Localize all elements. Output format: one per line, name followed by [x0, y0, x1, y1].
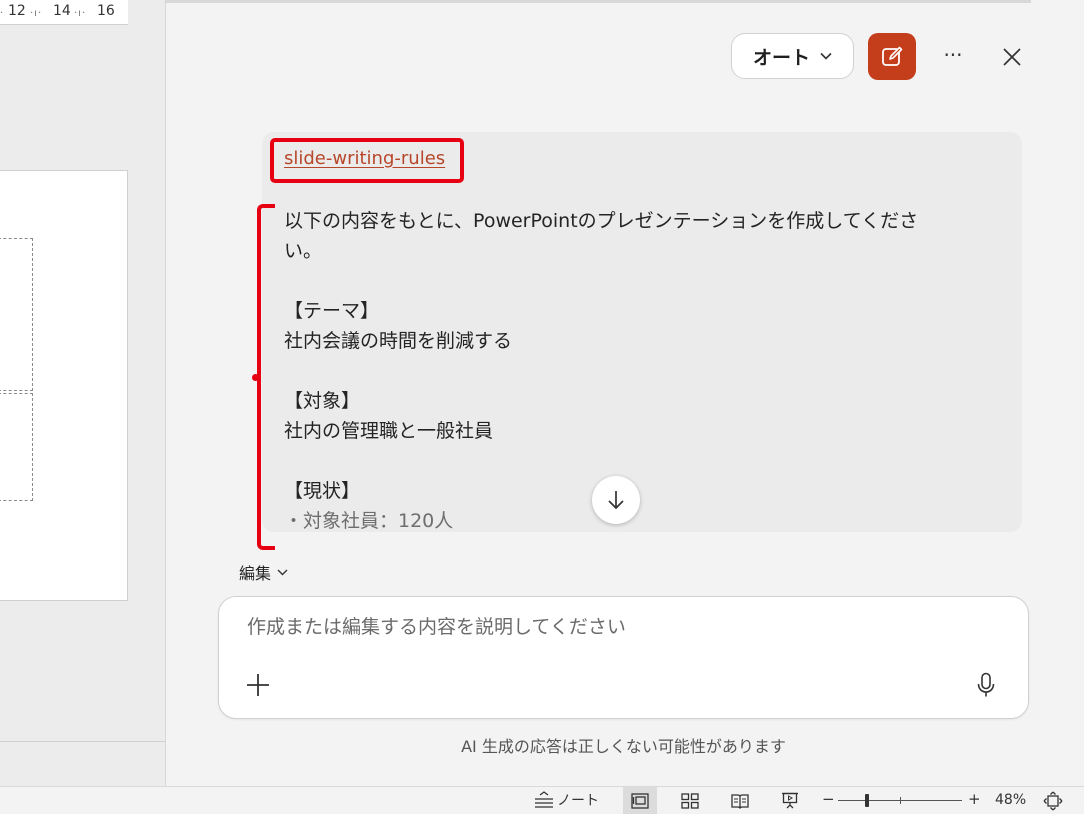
zoom-slider-thumb[interactable]: [865, 794, 869, 807]
chevron-down-icon: [277, 569, 288, 575]
title-placeholder[interactable]: [0, 238, 33, 391]
new-chat-button[interactable]: [868, 33, 916, 80]
zoom-level[interactable]: 48%: [995, 792, 1026, 808]
message-line: 【対象】: [284, 390, 361, 412]
edit-mode-toggle[interactable]: 編集: [239, 560, 288, 584]
edit-toggle-label: 編集: [239, 564, 272, 583]
message-line: 社内会議の時間を削減する: [284, 330, 513, 352]
slide-editor-pane: · 12 ·ı· 14 ·ı· 16: [0, 0, 166, 786]
message-line: い。: [284, 240, 323, 262]
notes-label: ノート: [557, 793, 599, 809]
ai-disclaimer: AI 生成の応答は正しくない可能性があります: [461, 737, 786, 756]
presentation-icon: [782, 792, 798, 809]
reading-view-button[interactable]: [723, 787, 757, 814]
compose-icon: [882, 46, 903, 66]
normal-view-icon: [631, 792, 649, 809]
add-attachment-button[interactable]: [243, 670, 273, 700]
ruler-label: 12: [8, 3, 26, 19]
more-icon: ···: [943, 43, 963, 67]
notes-button[interactable]: ノート: [534, 790, 599, 810]
message-line: 以下の内容をもとに、PowerPointのプレゼンテーションを作成してくださ: [284, 210, 919, 232]
prompt-input[interactable]: [245, 615, 989, 639]
annotation-bracket: [257, 204, 275, 550]
notes-icon: [535, 791, 553, 808]
zoom-slider-center-tick: [900, 797, 901, 804]
ruler-label: 14: [53, 3, 71, 19]
scroll-to-bottom-button[interactable]: [592, 476, 640, 524]
divider: [0, 741, 165, 742]
ruler-dots: ·ı·: [74, 8, 87, 19]
slide-sorter-button[interactable]: [673, 787, 707, 814]
fit-window-icon: [1043, 791, 1063, 811]
plus-icon: [247, 674, 269, 696]
ruler-dots: ·ı·: [30, 8, 43, 19]
horizontal-ruler: · 12 ·ı· 14 ·ı· 16: [0, 0, 128, 25]
annotation-bracket-point: [252, 374, 259, 381]
book-icon: [731, 793, 749, 809]
chevron-down-icon: [820, 52, 832, 60]
grid-view-icon: [681, 792, 699, 809]
microphone-button[interactable]: [971, 669, 1001, 701]
fit-to-window-button[interactable]: [1042, 790, 1064, 812]
normal-view-button[interactable]: [623, 787, 657, 814]
message-line: 社内の管理職と一般社員: [284, 420, 494, 442]
zoom-out-button[interactable]: −: [822, 790, 835, 808]
zoom-in-button[interactable]: +: [968, 790, 981, 808]
arrow-down-icon: [608, 491, 624, 510]
status-bar: ノート − + 48%: [0, 786, 1084, 814]
ruler-label: 16: [97, 3, 115, 19]
message-line: 【テーマ】: [284, 300, 380, 322]
mode-label: オート: [752, 46, 810, 69]
prompt-composer: [218, 596, 1029, 719]
annotation-highlight-box: [270, 138, 464, 183]
slide-canvas[interactable]: [0, 170, 128, 601]
more-options-button[interactable]: ···: [938, 40, 968, 74]
content-placeholder[interactable]: [0, 393, 33, 501]
close-icon: [1003, 48, 1021, 66]
microphone-icon: [977, 672, 995, 697]
mode-dropdown[interactable]: オート: [731, 33, 854, 79]
ruler-dots: ·: [0, 8, 5, 19]
slideshow-button[interactable]: [773, 787, 807, 814]
pane-top-border: [166, 0, 1031, 3]
close-pane-button[interactable]: [996, 40, 1028, 74]
